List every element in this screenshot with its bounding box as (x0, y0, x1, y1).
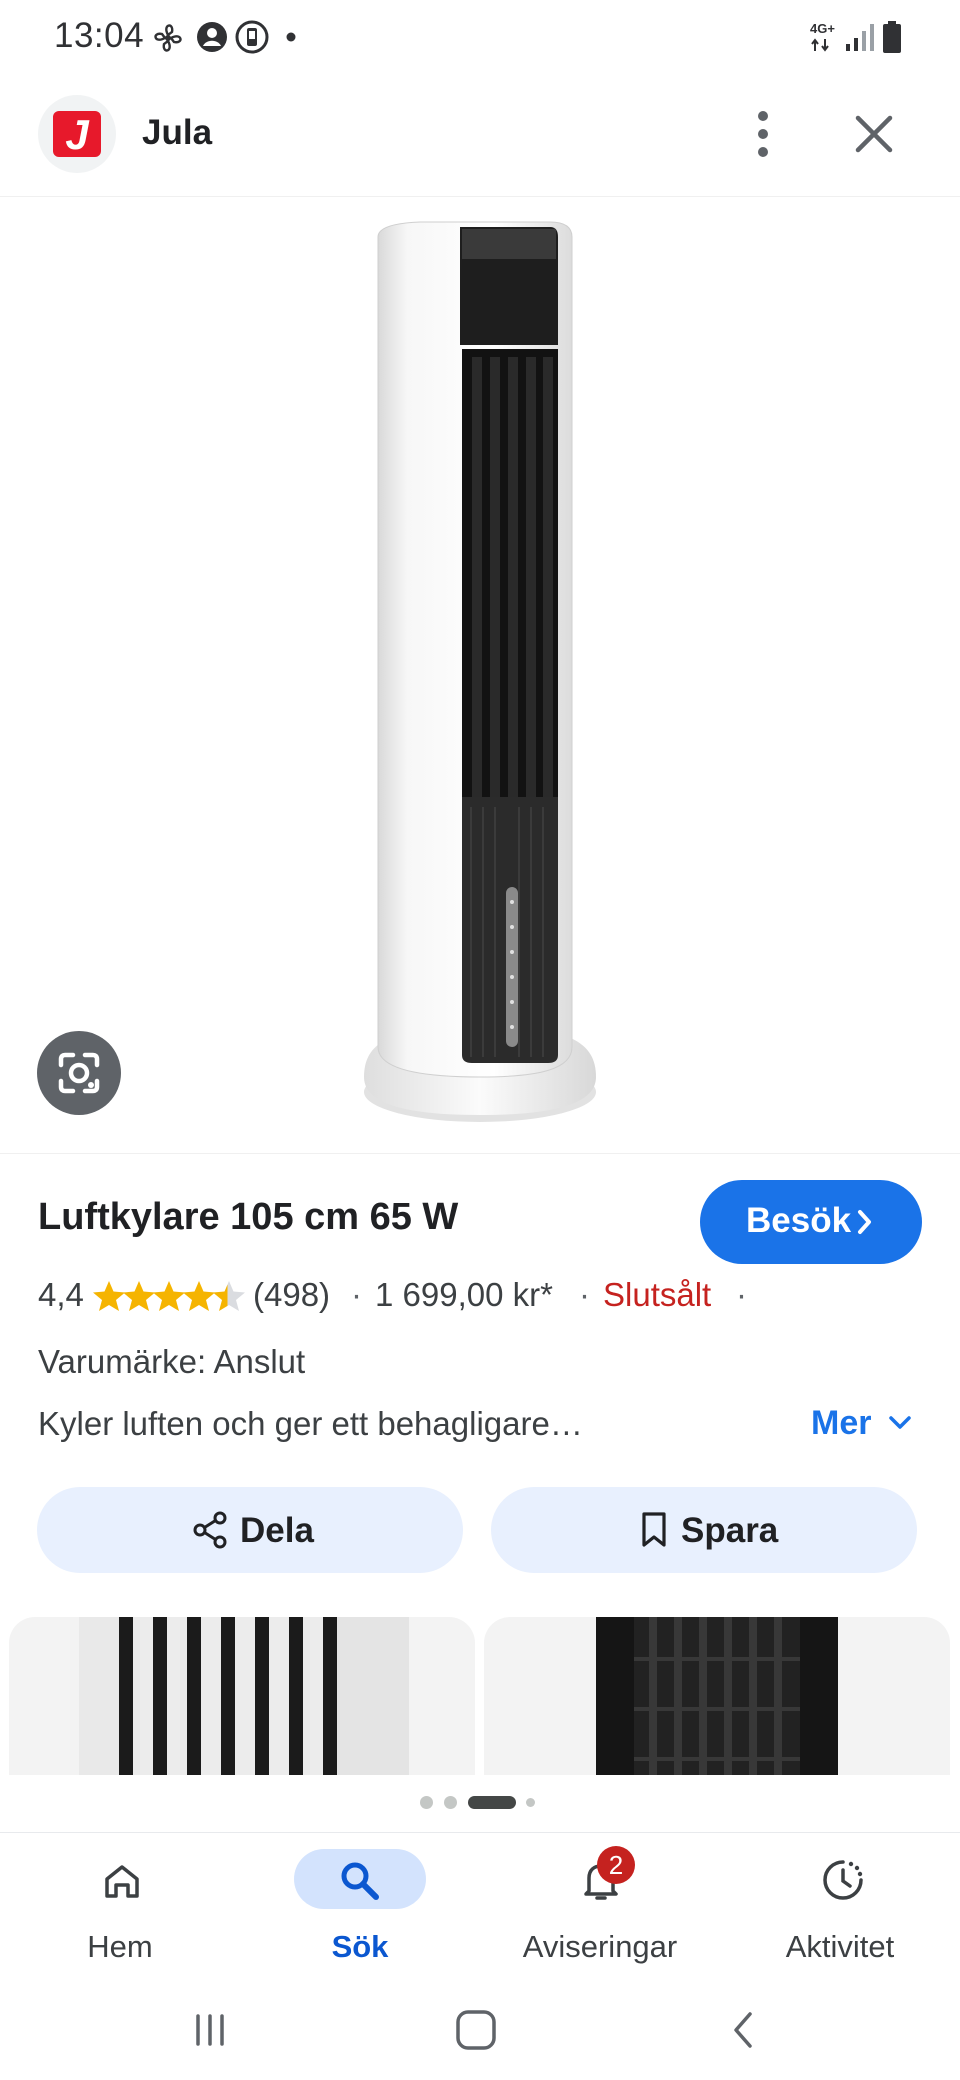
visit-label: Besök (746, 1201, 852, 1240)
visit-button[interactable]: Besök (700, 1180, 922, 1264)
back-icon[interactable] (728, 2008, 758, 2052)
share-icon (193, 1511, 227, 1549)
nav-home-icon-wrap (78, 1849, 164, 1909)
save-button[interactable]: Spara (491, 1487, 917, 1573)
more-button[interactable]: Mer (811, 1404, 911, 1443)
data-arrows-icon (811, 38, 829, 52)
pager-dot-active (468, 1796, 516, 1809)
louvre-closeup-image (79, 1617, 409, 1775)
chevron-down-icon (889, 1416, 911, 1429)
nav-activity-label: Aktivitet (785, 1929, 895, 1964)
notification-dot-icon (286, 32, 296, 42)
close-button[interactable] (846, 106, 902, 162)
battery-icon (883, 21, 901, 53)
nav-activity[interactable]: Aktivitet (720, 1833, 960, 1981)
notification-badge: 2 (597, 1846, 635, 1884)
lens-icon (58, 1052, 100, 1094)
description-text: Kyler luften och ger ett behagligare… (38, 1405, 583, 1442)
more-label: Mer (811, 1404, 872, 1442)
close-icon (855, 115, 893, 153)
activity-icon (823, 1860, 863, 1900)
chevron-right-icon (858, 1210, 871, 1234)
nav-search[interactable]: Sök (240, 1833, 480, 1981)
home-nav-icon[interactable] (454, 2008, 498, 2052)
share-button[interactable]: Dela (37, 1487, 463, 1573)
nav-search-label: Sök (331, 1929, 389, 1964)
logo-letter: J (53, 111, 101, 158)
pager-dot (526, 1798, 535, 1807)
site-name: Jula (142, 113, 213, 152)
bookmark-icon (642, 1512, 666, 1547)
pager-dot (444, 1796, 457, 1809)
signal-icon (846, 24, 874, 51)
site-logo[interactable]: J (38, 95, 116, 173)
brand-text: Varumärke: Anslut (38, 1343, 306, 1380)
louvre-front-image (596, 1617, 838, 1775)
nav-activity-icon-wrap (798, 1849, 884, 1909)
product-image[interactable] (0, 196, 960, 1154)
review-count[interactable]: (498) (253, 1276, 330, 1314)
system-navigation-bar (0, 1980, 960, 2080)
save-label: Spara (681, 1511, 779, 1550)
more-vert-icon (758, 111, 768, 157)
price: 1 699,00 kr* (375, 1276, 553, 1313)
status-bar: 13:04 4G+ (0, 0, 960, 76)
pager-dot (420, 1796, 433, 1809)
search-icon (341, 1862, 379, 1900)
thumbnail-image[interactable] (484, 1617, 950, 1775)
home-icon (105, 1865, 139, 1898)
recent-apps-icon[interactable] (190, 2010, 230, 2050)
nav-search-icon-wrap (294, 1849, 426, 1909)
google-lens-button[interactable] (37, 1031, 121, 1115)
nav-notifications-label: Aviseringar (522, 1929, 678, 1964)
nav-home-label: Hem (87, 1929, 153, 1964)
availability-status: Slutsålt (603, 1276, 712, 1313)
fan-icon (154, 24, 182, 52)
thumbnail-image[interactable] (9, 1617, 475, 1775)
bottom-navigation: Hem Sök Aviseringar Aktivitet (0, 1832, 960, 1981)
rating-value: 4,4 (38, 1276, 84, 1313)
share-label: Dela (240, 1511, 314, 1550)
network-type: 4G+ (810, 21, 835, 36)
nav-home[interactable]: Hem (0, 1833, 240, 1981)
product-title: Luftkylare 105 cm 65 W (38, 1196, 459, 1238)
carousel-indicator (420, 1796, 540, 1810)
air-cooler-image (364, 221, 596, 1122)
more-options-button[interactable] (740, 104, 786, 164)
account-icon (197, 22, 227, 52)
device-icon (235, 20, 269, 54)
status-time: 13:04 (54, 16, 145, 55)
